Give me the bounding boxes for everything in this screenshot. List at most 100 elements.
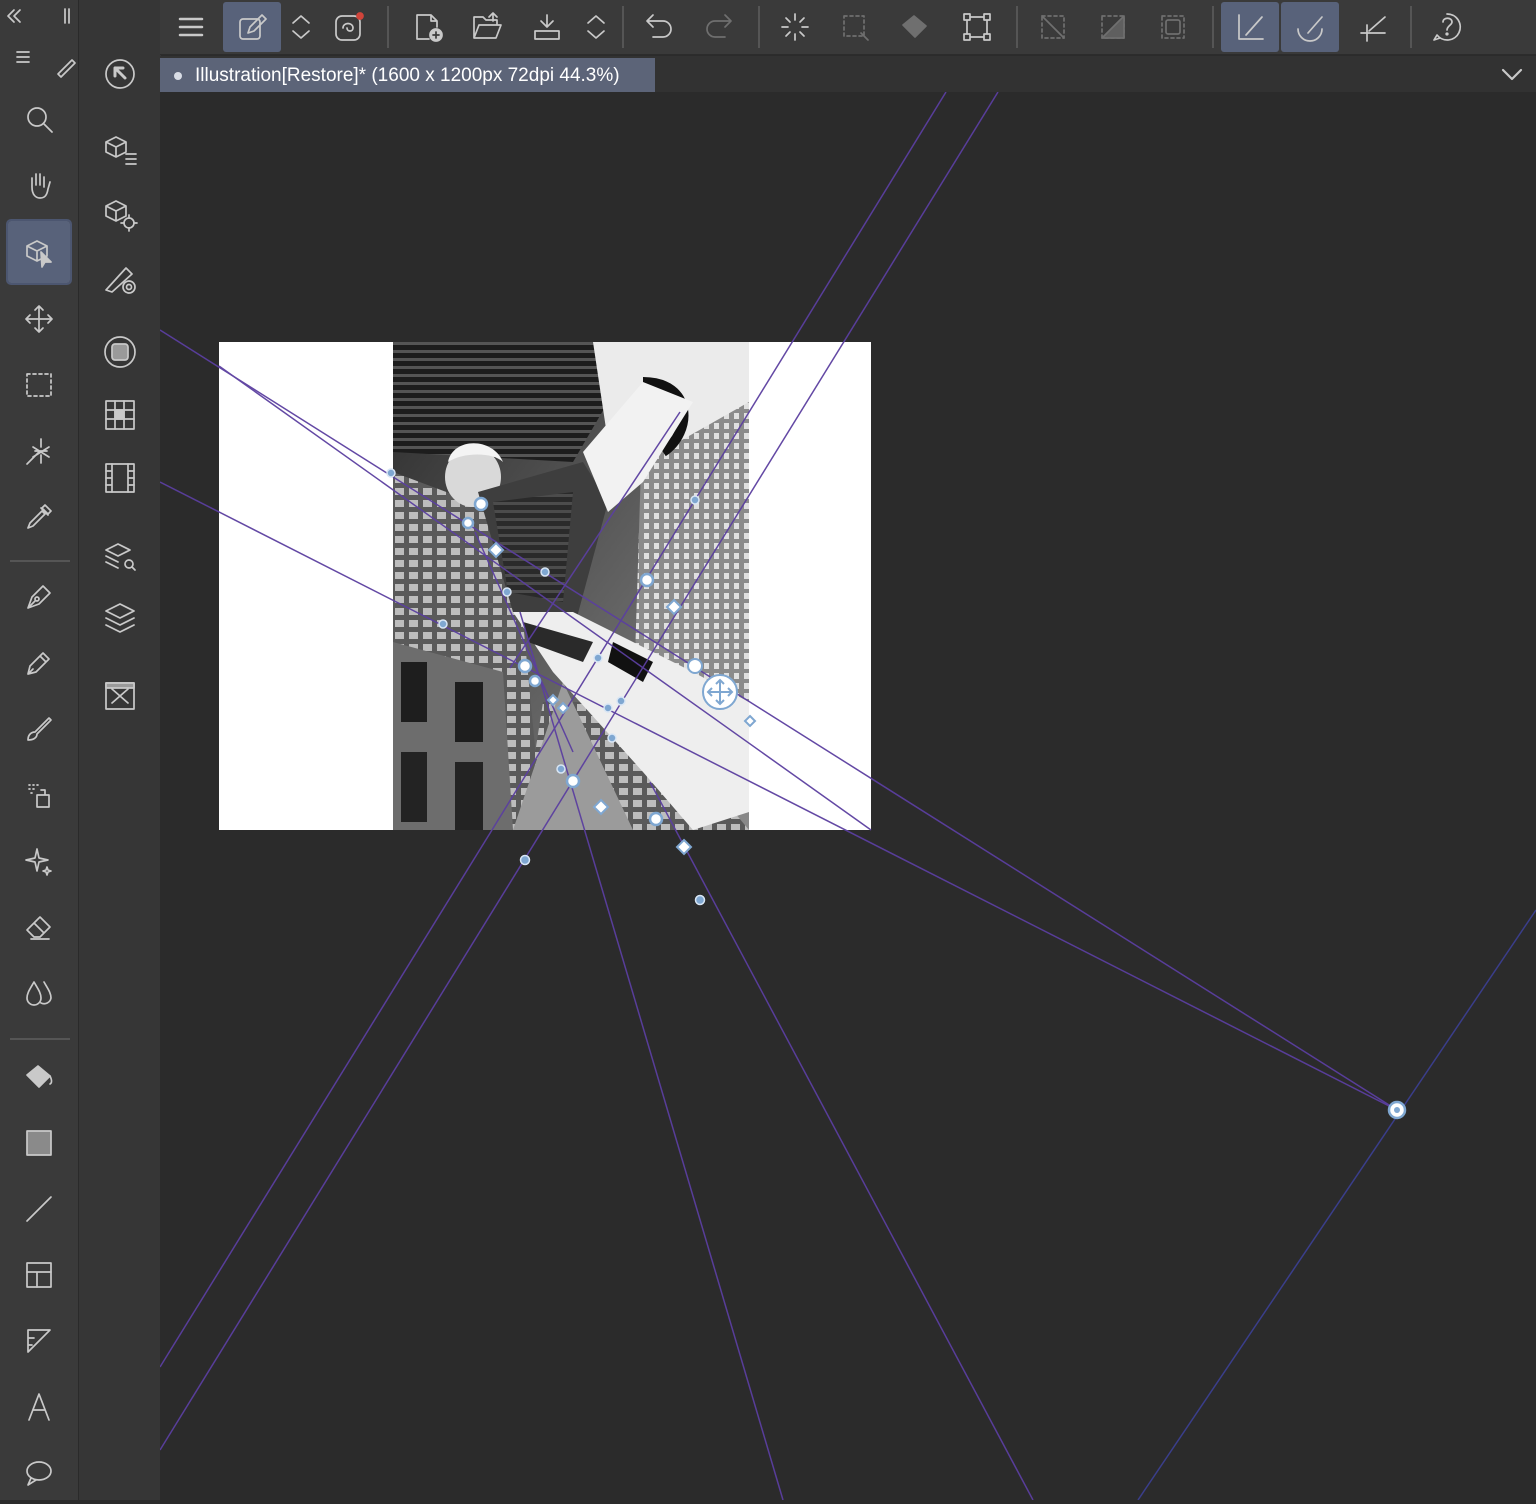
palette-grip-icon[interactable]	[58, 6, 78, 26]
tool-pen[interactable]	[8, 566, 70, 628]
save-switch-button[interactable]	[581, 2, 611, 52]
tool-object[interactable]	[6, 219, 72, 285]
ruler-diamond-handle[interactable]	[556, 701, 570, 715]
selection-launcher-button[interactable]	[826, 2, 884, 52]
tool-text[interactable]	[8, 1376, 70, 1438]
switch-button[interactable]	[286, 2, 316, 52]
ruler-center-handle[interactable]	[687, 658, 703, 674]
ruler-diamond-handle[interactable]	[665, 598, 683, 616]
snap-to-grid-button[interactable]	[1344, 2, 1402, 52]
ruler-handle[interactable]	[690, 495, 700, 505]
tab-menu-chevron-icon[interactable]	[1500, 64, 1524, 84]
tool-figure[interactable]	[8, 1178, 70, 1240]
tool-frame-border[interactable]	[8, 1244, 70, 1306]
tool-eyedropper[interactable]	[8, 486, 70, 548]
sub-tool-palette	[78, 0, 161, 1500]
ruler-handle[interactable]	[386, 468, 396, 478]
redo-icon	[703, 11, 735, 43]
ruler-diamond-handle[interactable]	[675, 838, 693, 856]
redo-button[interactable]	[690, 2, 748, 52]
zoom-icon	[23, 103, 55, 135]
ruler-handle[interactable]	[540, 567, 550, 577]
undo-button[interactable]	[630, 2, 688, 52]
ruler-control-point[interactable]	[473, 496, 489, 512]
ruler-control-point[interactable]	[565, 773, 581, 789]
ruler-handle[interactable]	[694, 894, 706, 906]
ruler-handle[interactable]	[519, 854, 531, 866]
tool-hand[interactable]	[8, 154, 70, 216]
tool-airbrush[interactable]	[8, 764, 70, 826]
tool-balloon[interactable]	[8, 1442, 70, 1504]
tool-brush[interactable]	[8, 698, 70, 760]
ruler-diamond-handle[interactable]	[743, 714, 757, 728]
snap-to-ruler-button[interactable]	[1221, 2, 1279, 52]
tool-ruler[interactable]	[8, 1310, 70, 1372]
fill-bucket-button[interactable]	[886, 2, 944, 52]
invert-selection-button[interactable]	[1084, 2, 1142, 52]
smartphone-companion-button[interactable]	[320, 2, 378, 52]
ruler-handle[interactable]	[607, 733, 617, 743]
ruler-diamond-handle[interactable]	[592, 798, 610, 816]
selection-border-button[interactable]	[1144, 2, 1202, 52]
ruler-control-point[interactable]	[648, 811, 664, 827]
new-document-button[interactable]	[398, 2, 456, 52]
canvas-area[interactable]	[160, 92, 1536, 1500]
tool-pencil[interactable]	[8, 632, 70, 694]
ruler-diamond-handle[interactable]	[546, 693, 560, 707]
transform-button[interactable]	[948, 2, 1006, 52]
sub-tool-navigator[interactable]	[96, 391, 144, 439]
snap-to-special-ruler-icon	[1294, 11, 1326, 43]
ruler-control-point[interactable]	[517, 658, 533, 674]
ruler-move-handle[interactable]	[702, 674, 738, 710]
perspective-guide-line	[218, 365, 872, 831]
ruler-control-point[interactable]	[461, 516, 475, 530]
tool-fill[interactable]	[8, 1046, 70, 1108]
tool-zoom[interactable]	[8, 88, 70, 150]
brush-icon	[23, 713, 55, 745]
document-tab[interactable]: Illustration[Restore]* (1600 x 1200px 72…	[160, 58, 655, 92]
ruler-handle[interactable]	[616, 696, 626, 706]
tool-blend[interactable]	[8, 962, 70, 1024]
new-document-icon	[411, 11, 443, 43]
save-button[interactable]	[518, 2, 576, 52]
tool-gradient[interactable]	[8, 1112, 70, 1174]
menu-button[interactable]	[162, 2, 220, 52]
edit-companion-icon	[236, 11, 268, 43]
sub-tool-layers[interactable]	[96, 594, 144, 642]
tool-selection[interactable]	[8, 354, 70, 416]
help-button[interactable]	[1418, 2, 1476, 52]
open-button[interactable]	[458, 2, 516, 52]
tool-eraser[interactable]	[8, 896, 70, 958]
navigator-icon	[102, 397, 138, 433]
sub-tool-light-table[interactable]	[96, 254, 144, 302]
tool-decoration[interactable]	[8, 830, 70, 892]
ruler-control-point[interactable]	[639, 572, 655, 588]
command-separator	[622, 6, 624, 48]
vanishing-point-handle[interactable]	[1387, 1100, 1407, 1120]
sub-tool-animation[interactable]	[96, 454, 144, 502]
sub-tool-material[interactable]	[96, 672, 144, 720]
frame-border-icon	[23, 1259, 55, 1291]
ruler-handle[interactable]	[502, 587, 512, 597]
sub-tool-layer-property[interactable]	[96, 328, 144, 376]
tool-auto-select[interactable]	[8, 420, 70, 482]
ruler-control-point[interactable]	[528, 674, 542, 688]
move-icon	[23, 303, 55, 335]
ruler-handle[interactable]	[438, 619, 448, 629]
sub-tool-operation[interactable]	[96, 50, 144, 98]
ruler-handle[interactable]	[556, 764, 566, 774]
sub-tool-3d-list[interactable]	[96, 126, 144, 174]
ruler-handle[interactable]	[593, 653, 603, 663]
tool-move[interactable]	[8, 288, 70, 350]
snap-to-special-ruler-button[interactable]	[1281, 2, 1339, 52]
palette-menu-icon[interactable]	[12, 46, 34, 68]
sub-tool-layer-search[interactable]	[96, 532, 144, 580]
edit-companion-button[interactable]	[223, 2, 281, 52]
clear-selection-button[interactable]	[1024, 2, 1082, 52]
perspective-guide-line	[509, 411, 681, 669]
ruler-handle[interactable]	[603, 703, 613, 713]
collapse-left-icon[interactable]	[4, 6, 24, 26]
decoration-icon	[23, 845, 55, 877]
sub-tool-3d-settings[interactable]	[96, 190, 144, 238]
open-icon	[471, 11, 503, 43]
